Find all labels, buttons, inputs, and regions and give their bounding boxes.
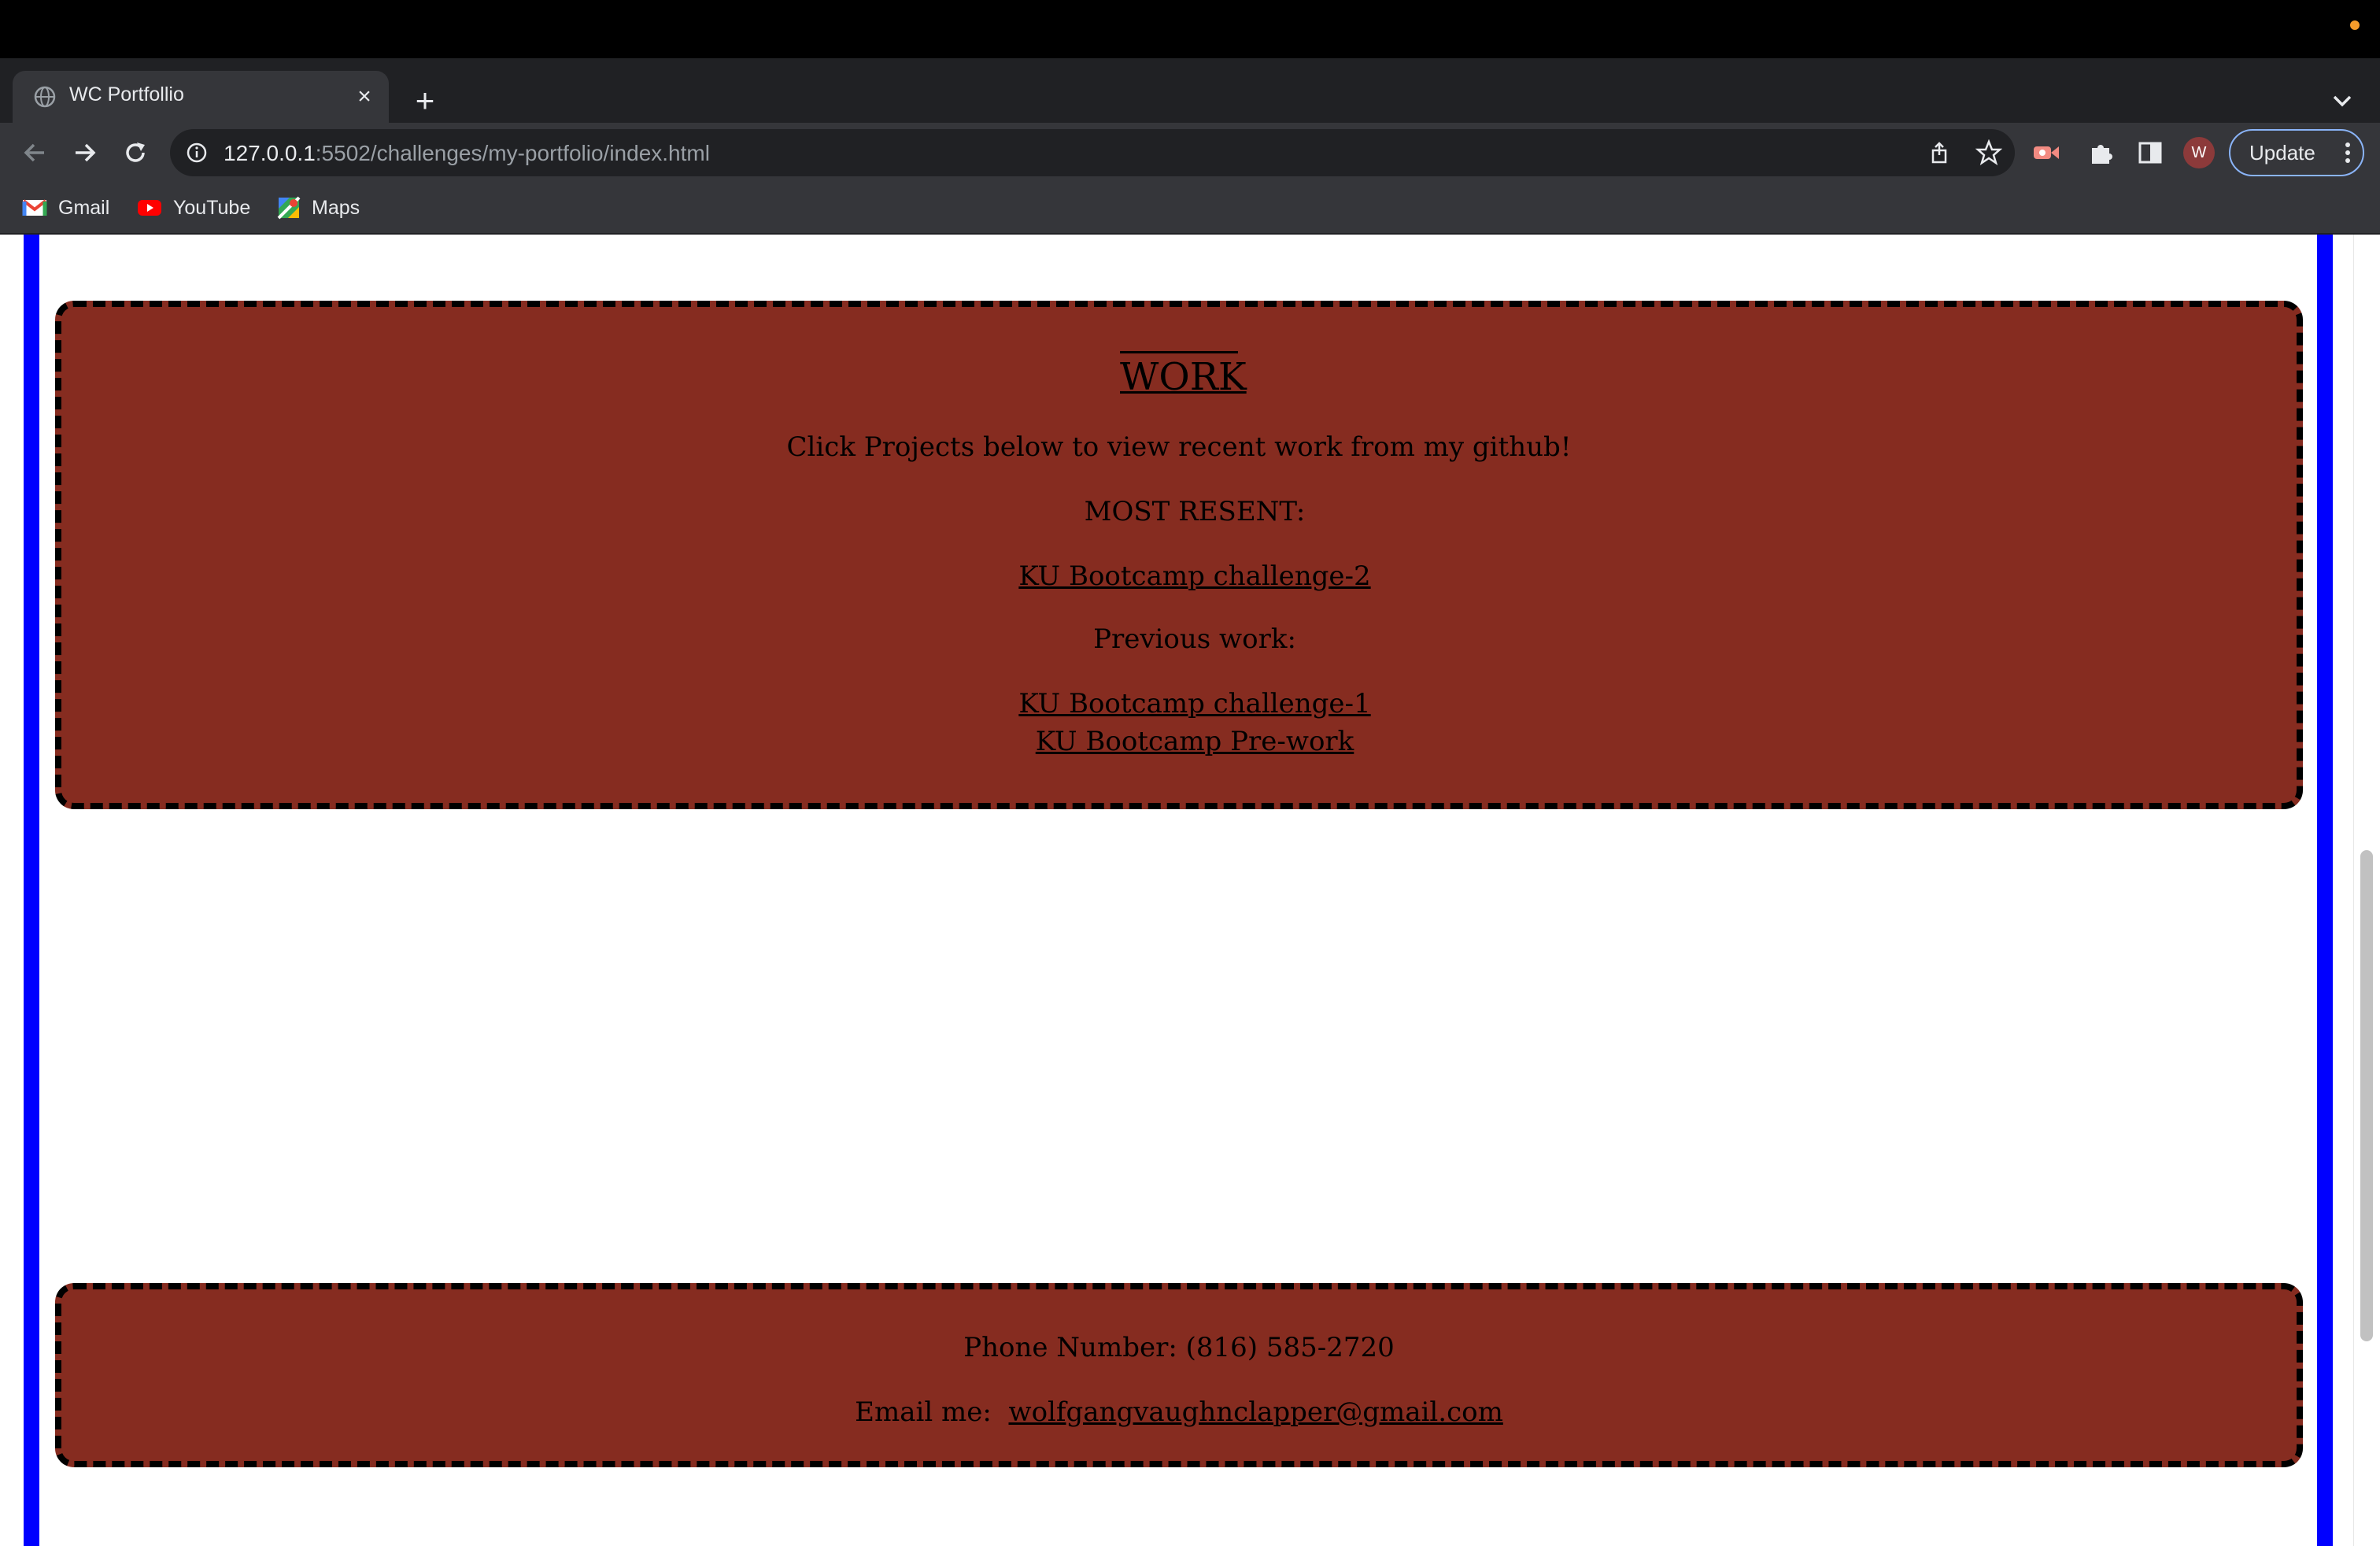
info-icon[interactable] xyxy=(186,142,208,164)
bookmark-maps[interactable]: Maps xyxy=(277,194,360,222)
browser-toolbar: 127.0.0.1:5502/challenges/my-portfolio/i… xyxy=(0,123,2380,183)
bookmarks-bar: Gmail YouTube Maps xyxy=(0,183,2380,235)
bookmark-youtube[interactable]: YouTube xyxy=(137,194,250,222)
email-row: Email me: wolfgangvaughnclapper@gmail.co… xyxy=(61,1395,2297,1429)
work-heading: WORK xyxy=(1120,351,1247,396)
arrow-left-icon xyxy=(24,143,44,162)
arrow-right-icon xyxy=(76,143,96,162)
project-link-row: KU Bootcamp challenge-1 xyxy=(61,686,2297,721)
youtube-icon xyxy=(138,200,161,216)
email-link[interactable]: wolfgangvaughnclapper@gmail.com xyxy=(1008,1396,1502,1428)
bookmark-label: Maps xyxy=(312,196,360,219)
back-button[interactable] xyxy=(16,134,54,172)
update-label: Update xyxy=(2249,141,2315,165)
url-path: :5502/challenges/my-portfolio/index.html xyxy=(315,141,710,165)
scrollbar-thumb[interactable] xyxy=(2360,850,2373,1341)
globe-icon xyxy=(34,86,56,108)
star-icon[interactable] xyxy=(1975,139,2002,166)
scrollbar[interactable] xyxy=(2353,235,2380,1546)
close-tab-icon[interactable]: × xyxy=(351,83,378,110)
contact-section: Phone Number: (816) 585-2720 Email me: w… xyxy=(55,1283,2303,1467)
bookmark-gmail[interactable]: Gmail xyxy=(22,194,109,222)
previous-work-label: Previous work: xyxy=(1093,623,1296,655)
tab-strip: WC Portfollio × + xyxy=(0,58,2380,123)
project-link-row: KU Bootcamp challenge-2 xyxy=(61,559,2297,594)
tab-wc-portfolio[interactable]: WC Portfollio × xyxy=(13,71,389,123)
side-panel-icon[interactable] xyxy=(2136,139,2164,167)
reload-button[interactable] xyxy=(116,134,154,172)
maps-icon xyxy=(277,196,301,220)
os-menu-bar xyxy=(0,0,2380,58)
reload-icon xyxy=(126,142,145,162)
recording-indicator-icon xyxy=(2350,20,2360,30)
work-intro: Click Projects below to view recent work… xyxy=(786,431,1572,463)
address-bar[interactable]: 127.0.0.1:5502/challenges/my-portfolio/i… xyxy=(170,129,2015,176)
bookmark-label: Gmail xyxy=(58,196,110,219)
left-border-rail xyxy=(24,235,39,1546)
project-link-challenge-2[interactable]: KU Bootcamp challenge-2 xyxy=(1018,560,1370,592)
url-host: 127.0.0.1 xyxy=(224,141,316,165)
extension-record-icon[interactable] xyxy=(2032,140,2060,165)
project-link-pre-work[interactable]: KU Bootcamp Pre-work xyxy=(1036,726,1354,757)
avatar[interactable]: W xyxy=(2183,137,2215,168)
work-section: WORK Click Projects below to view recent… xyxy=(55,301,2303,809)
update-button[interactable]: Update xyxy=(2229,129,2364,176)
page-viewport: WORK Click Projects below to view recent… xyxy=(0,235,2380,1546)
share-icon[interactable] xyxy=(1927,140,1952,165)
more-vertical-icon xyxy=(2345,142,2350,163)
project-link-row: KU Bootcamp Pre-work xyxy=(61,724,2297,759)
url-text[interactable]: 127.0.0.1:5502/challenges/my-portfolio/i… xyxy=(224,141,710,166)
chevron-down-icon[interactable] xyxy=(2323,82,2361,120)
forward-button[interactable] xyxy=(66,134,104,172)
right-border-rail xyxy=(2317,235,2333,1546)
new-tab-button[interactable]: + xyxy=(406,83,444,121)
puzzle-icon[interactable] xyxy=(2087,139,2116,167)
email-label: Email me: xyxy=(855,1396,992,1428)
bookmark-label: YouTube xyxy=(173,196,251,219)
tab-title: WC Portfollio xyxy=(69,83,184,105)
phone-number: Phone Number: (816) 585-2720 xyxy=(963,1332,1395,1363)
gmail-icon xyxy=(22,199,47,216)
most-recent-label: MOST RESENT: xyxy=(1084,496,1306,527)
project-link-challenge-1[interactable]: KU Bootcamp challenge-1 xyxy=(1018,688,1370,719)
